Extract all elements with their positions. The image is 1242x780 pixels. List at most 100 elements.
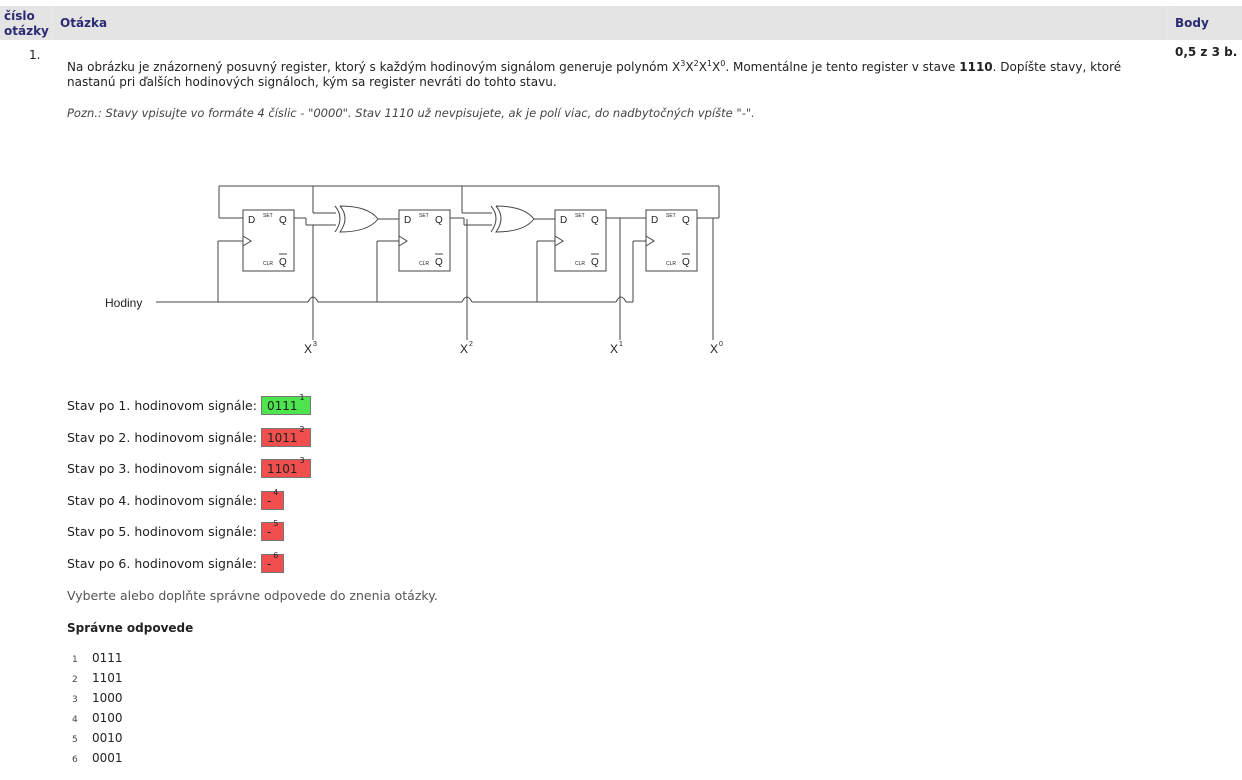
answer-label: Stav po 2. hodinovom signále: — [67, 430, 257, 445]
flip-flop-qbar-label: Q — [591, 257, 599, 268]
output-label: X — [304, 342, 312, 356]
answer-index: 3 — [299, 456, 305, 465]
answer-row: Stav po 4. hodinovom signále: -4 — [67, 488, 285, 510]
xor-gate-input-curve — [334, 205, 341, 233]
flip-flop-clr-label: CLR — [666, 261, 676, 267]
list-item-value: 0010 — [92, 731, 123, 745]
flip-flop-q-label: Q — [591, 215, 599, 226]
answer-index: 1 — [299, 393, 305, 402]
shift-register-circuit: D Q SET CLR Q D Q SET CLR Q D Q SET CLR Q D Q SET CLR Q Hodi… — [105, 185, 723, 356]
output-exponent: 0 — [719, 341, 723, 348]
clock-input-triangle — [398, 235, 408, 247]
list-item-value: 0100 — [92, 711, 123, 725]
question-number: 1. — [29, 48, 41, 62]
answer-index: 6 — [273, 551, 279, 560]
flip-flop-q-label: Q — [279, 215, 287, 226]
list-item: 3 1000 — [72, 691, 123, 711]
clock-label: Hodiny — [105, 296, 142, 310]
wire-crossover — [615, 296, 627, 303]
answer-field[interactable]: 10112 — [260, 425, 311, 447]
flip-flop-set-label: SET — [666, 213, 676, 219]
flip-flop-qbar-label: Q — [435, 257, 443, 268]
question-note: Pozn.: Stavy vpisujte vo formáte 4 čísli… — [67, 106, 755, 120]
column-header-points: Body — [1169, 6, 1242, 40]
answer-label: Stav po 4. hodinovom signále: — [67, 493, 257, 508]
flip-flop-q-label: Q — [435, 215, 443, 226]
output-exponent: 1 — [619, 341, 623, 348]
flip-flop-q-label: Q — [682, 215, 690, 226]
answer-value: 0111 — [266, 399, 298, 413]
output-label: X — [460, 342, 468, 356]
answer-value: 1101 — [266, 462, 298, 476]
flip-flop-clr-label: CLR — [419, 261, 429, 267]
flip-flop-clr-label: CLR — [575, 261, 585, 267]
question-text: Na obrázku je znázornený posuvný registe… — [67, 60, 1157, 90]
answer-row: Stav po 2. hodinovom signále: 10112 — [67, 425, 311, 447]
question-text-part1: Na obrázku je znázornený posuvný registe… — [67, 60, 673, 74]
list-item-number: 2 — [72, 675, 78, 685]
answer-value: - — [266, 525, 272, 539]
list-item-number: 1 — [72, 655, 78, 665]
list-item-value: 0111 — [92, 651, 123, 665]
answer-row: Stav po 1. hodinovom signále: 01111 — [67, 393, 311, 415]
answer-row: Stav po 6. hodinovom signále: -6 — [67, 551, 285, 573]
answer-field[interactable]: 01111 — [260, 393, 311, 415]
answer-field[interactable]: -6 — [260, 551, 285, 573]
answer-field[interactable]: -5 — [260, 519, 285, 541]
answer-label: Stav po 5. hodinovom signále: — [67, 524, 257, 539]
list-item: 4 0100 — [72, 711, 123, 731]
flip-flop-d-label: D — [248, 215, 255, 226]
answer-label: Stav po 3. hodinovom signále: — [67, 461, 257, 476]
output-exponent: 2 — [469, 341, 473, 348]
flip-flop-set-label: SET — [419, 213, 429, 219]
answer-field[interactable]: -4 — [260, 488, 285, 510]
answer-index: 4 — [273, 488, 279, 497]
answer-field[interactable]: 11013 — [260, 456, 311, 478]
flip-flop-set-label: SET — [575, 213, 585, 219]
clock-input-triangle — [554, 235, 564, 247]
answer-value: - — [266, 494, 272, 508]
clock-input-triangle — [242, 235, 252, 247]
list-item-number: 3 — [72, 695, 78, 705]
flip-flop-qbar-label: Q — [279, 257, 287, 268]
list-item-value: 1101 — [92, 671, 123, 685]
output-label: X — [610, 342, 618, 356]
output-exponent: 3 — [313, 341, 317, 348]
list-item-value: 1000 — [92, 691, 123, 705]
question-points: 0,5 z 3 b. — [1175, 45, 1238, 59]
answer-label: Stav po 6. hodinovom signále: — [67, 556, 257, 571]
answer-label: Stav po 1. hodinovom signále: — [67, 398, 257, 413]
list-item-value: 0001 — [92, 751, 123, 765]
answer-row: Stav po 5. hodinovom signále: -5 — [67, 519, 285, 541]
xor-gate — [495, 205, 535, 233]
question-text-part2: . Momentálne je tento register v stave — [725, 60, 960, 74]
output-label: X — [710, 342, 718, 356]
flip-flop-set-label: SET — [263, 213, 273, 219]
correct-answers-heading: Správne odpovede — [67, 621, 194, 635]
answer-index: 2 — [299, 425, 305, 434]
current-state: 1110 — [959, 60, 993, 74]
table-header: číslo otázky Otázka Body — [0, 6, 1242, 40]
answer-value: 1011 — [266, 431, 298, 445]
flip-flop-qbar-label: Q — [682, 257, 690, 268]
correct-answers-list: 1 0111 2 1101 3 1000 4 0100 5 0010 6 0001 — [72, 651, 123, 771]
list-item-number: 5 — [72, 735, 78, 745]
polynomial: X3X2X1X0 — [672, 59, 726, 75]
column-header-question: Otázka — [54, 6, 1166, 40]
flip-flop-d-label: D — [404, 215, 411, 226]
xor-gate — [339, 205, 379, 233]
list-item: 6 0001 — [72, 751, 123, 771]
list-item: 5 0010 — [72, 731, 123, 751]
list-item: 1 0111 — [72, 651, 123, 671]
flip-flop-clr-label: CLR — [263, 261, 273, 267]
instructions-text: Vyberte alebo doplňte správne odpovede d… — [67, 588, 438, 603]
answer-value: - — [266, 557, 272, 571]
flip-flop-d-label: D — [560, 215, 567, 226]
clock-input-triangle — [645, 235, 655, 247]
list-item-number: 6 — [72, 755, 78, 765]
list-item: 2 1101 — [72, 671, 123, 691]
xor-gate-input-curve — [490, 205, 497, 233]
column-header-number: číslo otázky — [0, 6, 52, 40]
list-item-number: 4 — [72, 715, 78, 725]
flip-flop-d-label: D — [651, 215, 658, 226]
